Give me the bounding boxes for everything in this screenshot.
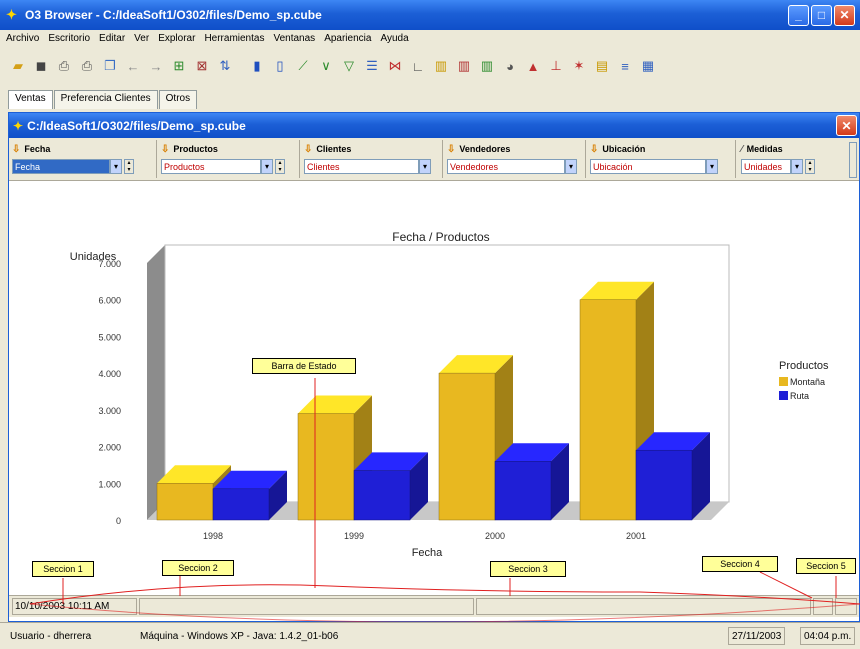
callout-seccion-4: Seccion 4 — [702, 556, 778, 572]
callout-seccion-5: Seccion 5 — [796, 558, 856, 574]
callout-barra-estado: Barra de Estado — [252, 358, 356, 374]
status-user: Usuario - dherrera — [10, 630, 92, 642]
app-window: ✦ O3 Browser - C:/IdeaSoft1/O302/files/D… — [0, 0, 860, 649]
app-status-bar: Usuario - dherrera Máquina - Windows XP … — [0, 622, 860, 649]
status-machine: Máquina - Windows XP - Java: 1.4.2_01-b0… — [140, 630, 339, 642]
callout-seccion-1: Seccion 1 — [32, 561, 94, 577]
callout-seccion-2: Seccion 2 — [162, 560, 234, 576]
callout-lines — [29, 378, 860, 623]
callout-seccion-3: Seccion 3 — [490, 561, 566, 577]
status-time: 04:04 p.m. — [800, 627, 856, 645]
status-date: 27/11/2003 — [728, 627, 786, 645]
